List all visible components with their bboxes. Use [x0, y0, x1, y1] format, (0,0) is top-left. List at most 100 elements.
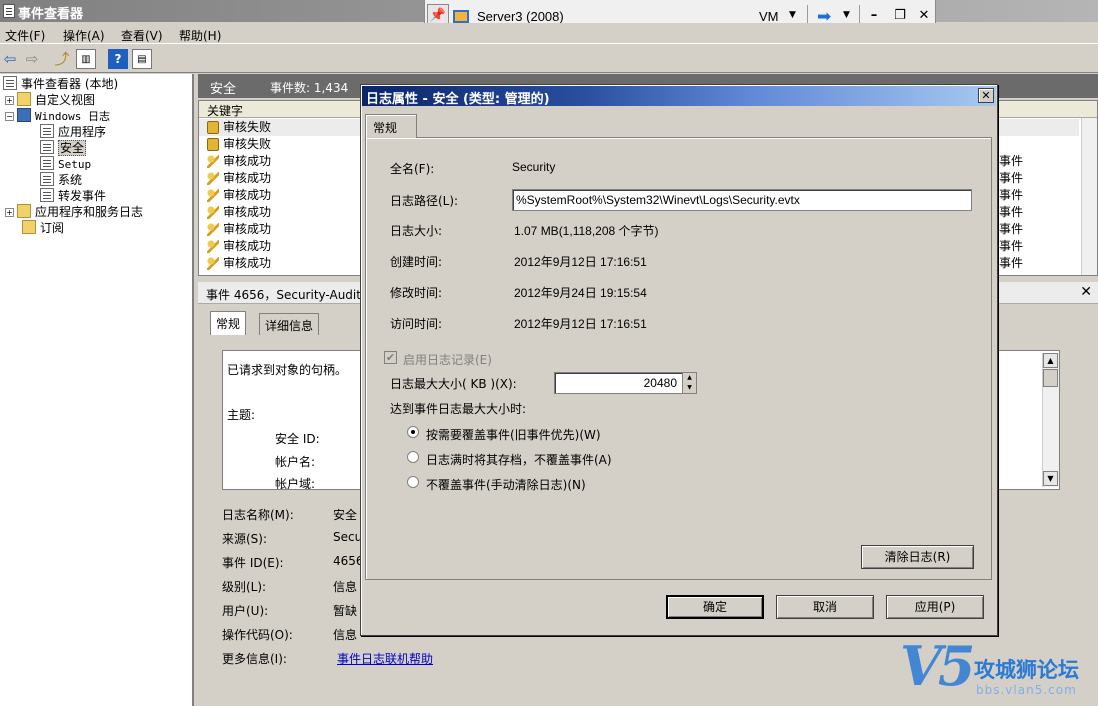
watermark: V5 攻城狮论坛 bbs.vlan5.com	[898, 634, 1098, 706]
menu-view[interactable]: 查看(V)	[121, 27, 163, 44]
navigation-tree: 事件查看器 (本地) + 自定义视图 − Windows 日志 应用程序 安全 Se…	[0, 74, 194, 706]
tree-item-setup[interactable]: Setup	[40, 156, 91, 172]
task-cell: 事件	[999, 256, 1024, 270]
event-list-scrollbar[interactable]	[1081, 118, 1097, 275]
tree-item-security[interactable]: 安全	[40, 140, 87, 156]
watermark-text: 攻城狮论坛	[974, 658, 1079, 682]
prop-label: 事件 ID(E):	[222, 556, 284, 570]
tree-item-app-services[interactable]: + 应用程序和服务日志	[5, 204, 143, 220]
up-folder-icon[interactable]: ⤴	[52, 49, 72, 69]
restore-icon[interactable]: ❐	[891, 8, 909, 23]
overwrite-label: 按需要覆盖事件(旧事件优先)(W)	[426, 428, 601, 442]
archive-radio[interactable]	[407, 451, 419, 463]
close-icon[interactable]: ✕	[915, 8, 933, 23]
log-icon	[40, 140, 54, 154]
server-icon	[453, 10, 469, 23]
folder-icon	[17, 92, 31, 106]
prop-value: Secu	[333, 530, 363, 544]
log-path-field[interactable]: %SystemRoot%\System32\Winevt\Logs\Securi…	[512, 189, 972, 211]
key-icon	[207, 206, 219, 219]
modified-label: 修改时间:	[390, 286, 443, 300]
enable-logging-label: 启用日志记录(E)	[403, 353, 492, 367]
task-cell: 事件	[999, 154, 1024, 168]
help-icon[interactable]: ?	[108, 49, 128, 69]
log-size-label: 日志大小:	[390, 224, 443, 238]
log-icon	[40, 124, 54, 138]
archive-label: 日志满时将其存档，不覆盖事件(A)	[426, 453, 612, 467]
dialog-title-bar[interactable]: 日志属性 - 安全 (类型: 管理的) ✕	[362, 86, 996, 107]
action-pane-icon[interactable]: ▤	[132, 49, 152, 69]
keyword-cell: 审核成功	[223, 171, 272, 185]
watermark-url: bbs.vlan5.com	[976, 683, 1077, 697]
max-size-spinner[interactable]: ▲ ▼	[682, 373, 696, 393]
scroll-up-icon[interactable]: ▲	[1043, 353, 1058, 368]
event-viewer-icon	[3, 4, 15, 18]
prop-label: 级别(L):	[222, 580, 267, 594]
window-title: 事件查看器	[18, 7, 84, 22]
minimize-icon[interactable]: –	[865, 8, 883, 23]
keyword-cell: 审核成功	[223, 256, 272, 270]
close-icon[interactable]: ✕	[1080, 284, 1092, 300]
task-cell: 事件	[999, 222, 1024, 236]
cancel-button[interactable]: 取消	[776, 595, 874, 619]
close-icon[interactable]: ✕	[978, 88, 994, 103]
menu-help[interactable]: 帮助(H)	[179, 27, 221, 44]
more-info-label: 更多信息(I):	[222, 652, 287, 666]
more-info-link[interactable]: 事件日志联机帮助	[337, 650, 433, 667]
when-full-label: 达到事件日志最大大小时:	[390, 402, 527, 416]
ok-button[interactable]: 确定	[666, 595, 764, 619]
log-icon	[40, 172, 54, 186]
key-icon	[207, 189, 219, 202]
tab-details[interactable]: 详细信息	[259, 313, 320, 335]
full-name-value: Security	[512, 160, 556, 174]
keyword-cell: 审核成功	[223, 222, 272, 236]
scroll-down-icon[interactable]: ▼	[1043, 471, 1058, 486]
security-id-label: 安全 ID:	[275, 432, 320, 446]
tree-item-system[interactable]: 系统	[40, 172, 82, 188]
modified-value: 2012年9月24日 19:15:54	[514, 286, 647, 300]
overwrite-radio[interactable]	[407, 426, 419, 438]
no-overwrite-radio[interactable]	[407, 476, 419, 488]
dialog-panel: 全名(F): Security 日志路径(L): %SystemRoot%\Sy…	[365, 137, 992, 580]
tree-item-forwarded[interactable]: 转发事件	[40, 188, 106, 204]
tab-general[interactable]: 常规	[210, 311, 247, 335]
menu-action[interactable]: 操作(A)	[63, 27, 105, 44]
apply-button[interactable]: 应用(P)	[886, 595, 984, 619]
tab-general[interactable]: 常规	[365, 114, 417, 138]
expand-icon[interactable]: +	[5, 208, 14, 217]
prop-label: 用户(U):	[222, 604, 269, 618]
dialog-title: 日志属性 - 安全 (类型: 管理的)	[366, 92, 550, 107]
prop-value: 信息	[333, 628, 358, 642]
vm-dropdown-icon[interactable]: ▼	[789, 10, 796, 20]
tree-item-windows-logs[interactable]: − Windows 日志	[5, 108, 110, 124]
tree-item-subscriptions[interactable]: 订阅	[22, 220, 64, 236]
spin-up-icon[interactable]: ▲	[683, 373, 696, 383]
description-scrollbar[interactable]: ▲ ▼	[1042, 353, 1059, 487]
prop-label: 来源(S):	[222, 532, 268, 546]
arrow-dropdown-icon[interactable]: ▼	[843, 10, 850, 20]
menu-file[interactable]: 文件(F)	[5, 27, 45, 44]
vm-menu-button[interactable]: VM	[759, 9, 779, 24]
log-title: 安全	[210, 82, 237, 97]
keyword-cell: 审核失败	[223, 120, 272, 134]
prop-label: 操作代码(O):	[222, 628, 293, 642]
menu-bar: 文件(F) 操作(A) 查看(V) 帮助(H)	[0, 23, 1098, 44]
tree-item-custom-views[interactable]: + 自定义视图	[5, 92, 95, 108]
spin-down-icon[interactable]: ▼	[683, 383, 696, 393]
forward-icon[interactable]: ⇨	[22, 49, 42, 69]
scroll-thumb[interactable]	[1043, 369, 1058, 387]
description-line: 已请求到对象的句柄。	[227, 363, 348, 377]
expand-icon[interactable]: +	[5, 96, 14, 105]
back-icon[interactable]: ⇦	[0, 49, 20, 69]
task-cell: 事件	[999, 239, 1024, 253]
clear-log-button[interactable]: 清除日志(R)	[861, 545, 974, 569]
max-size-field[interactable]: 20480	[554, 372, 697, 394]
key-icon	[207, 172, 219, 185]
prop-label: 日志名称(M):	[222, 508, 294, 522]
tree-item-application[interactable]: 应用程序	[40, 124, 106, 140]
collapse-icon[interactable]: −	[5, 112, 14, 121]
keyword-cell: 审核成功	[223, 205, 272, 219]
tree-item-root[interactable]: 事件查看器 (本地)	[3, 76, 118, 92]
show-hide-tree-icon[interactable]: ▥	[76, 49, 96, 69]
enable-logging-checkbox[interactable]: ✔	[384, 351, 397, 364]
